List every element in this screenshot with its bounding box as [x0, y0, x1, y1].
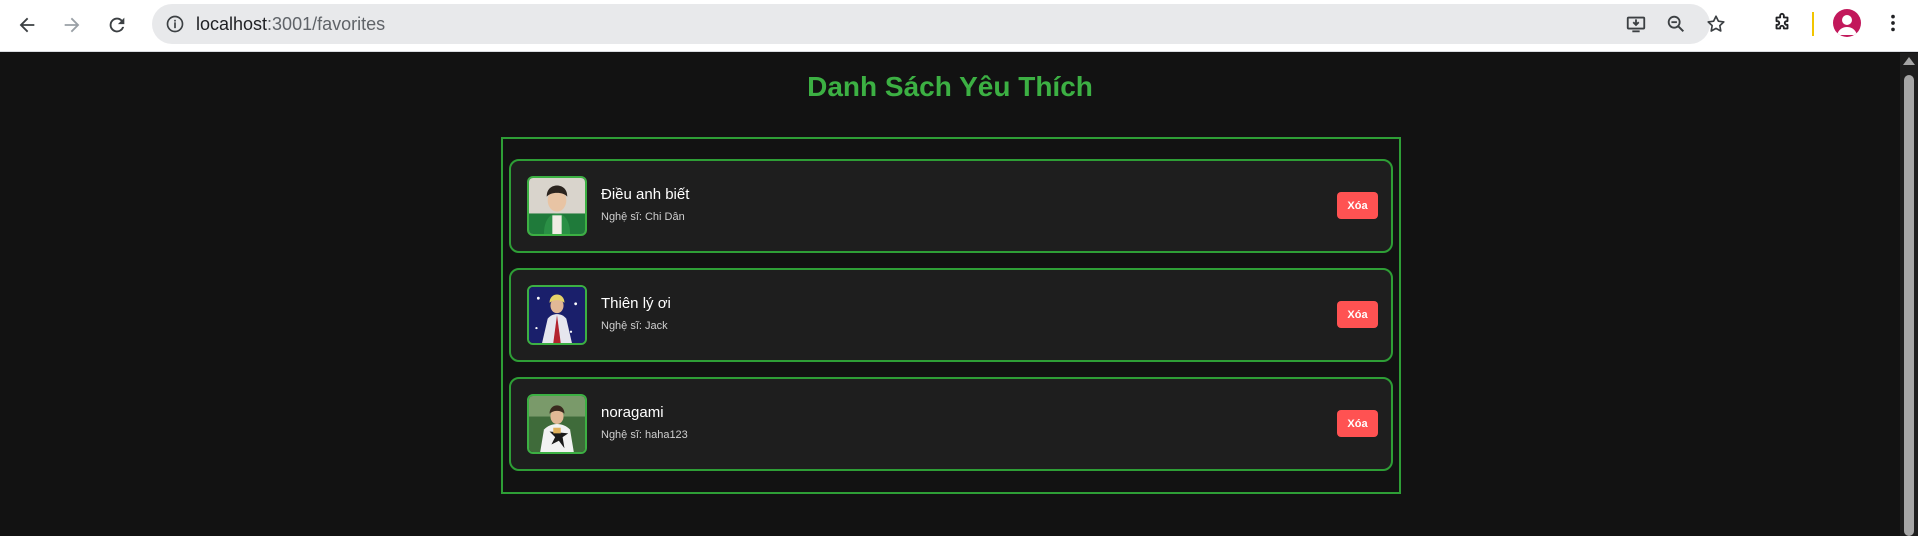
- artist-prefix: Nghệ sĩ:: [601, 320, 642, 332]
- site-info-button[interactable]: [162, 11, 188, 37]
- favorite-item: noragami Nghệ sĩ: haha123 Xóa: [509, 377, 1393, 471]
- arrow-left-icon: [19, 17, 35, 33]
- extensions-button[interactable]: [1768, 9, 1796, 37]
- browser-toolbar: localhost:3001/favorites: [0, 0, 1918, 52]
- artist-name: Jack: [644, 320, 668, 332]
- page-scrollbar[interactable]: [1900, 53, 1918, 536]
- page-content: Danh Sách Yêu Thích Điều anh biết Nghệ s…: [0, 53, 1900, 536]
- artist-name: Chi Dân: [644, 211, 685, 223]
- delete-button[interactable]: Xóa: [1337, 301, 1378, 328]
- delete-button[interactable]: Xóa: [1337, 410, 1378, 437]
- song-thumbnail[interactable]: [527, 285, 587, 345]
- page-title: Danh Sách Yêu Thích: [807, 71, 1093, 102]
- url-text[interactable]: localhost:3001/favorites: [196, 4, 385, 44]
- artist-photo-icon: [529, 287, 585, 343]
- favorite-item: Thiên lý ơi Nghệ sĩ: Jack Xóa: [509, 268, 1393, 362]
- artist-prefix: Nghệ sĩ:: [601, 211, 642, 223]
- bookmark-button[interactable]: [1702, 10, 1730, 38]
- arrow-right-icon: [64, 17, 80, 33]
- toolbar-divider: [1812, 12, 1814, 36]
- profile-avatar-icon: [1837, 15, 1857, 35]
- install-app-icon: [1626, 16, 1646, 33]
- favorite-item: Điều anh biết Nghệ sĩ: Chi Dân Xóa: [509, 159, 1393, 253]
- zoom-button[interactable]: [1662, 10, 1690, 38]
- forward-button[interactable]: [54, 7, 90, 43]
- reload-button[interactable]: [99, 7, 135, 43]
- url-host: localhost: [196, 14, 268, 34]
- puzzle-icon: [1775, 12, 1789, 30]
- song-title: Thiên lý ơi: [601, 295, 671, 312]
- info-icon: [166, 15, 184, 33]
- song-title: noragami: [601, 404, 664, 421]
- profile-button[interactable]: [1833, 9, 1861, 37]
- artist-prefix: Nghệ sĩ:: [601, 429, 642, 441]
- artist-name: haha123: [644, 429, 688, 441]
- artist-photo-icon: [529, 178, 585, 234]
- song-artist: Nghệ sĩ: Jack: [601, 320, 668, 332]
- song-title: Điều anh biết: [601, 186, 690, 203]
- zoom-out-icon: [1667, 15, 1685, 33]
- scroll-thumb[interactable]: [1904, 75, 1914, 536]
- address-bar[interactable]: localhost:3001/favorites: [152, 4, 1725, 44]
- song-artist: Nghệ sĩ: haha123: [601, 429, 688, 441]
- scroll-up-arrow-icon[interactable]: [1903, 57, 1915, 65]
- delete-button[interactable]: Xóa: [1337, 192, 1378, 219]
- favorites-list: Điều anh biết Nghệ sĩ:Chi Dân Xóa Thiên: [501, 137, 1401, 494]
- song-thumbnail[interactable]: [527, 176, 587, 236]
- browser-menu-button[interactable]: [1879, 9, 1907, 37]
- artist-photo-icon: [529, 396, 585, 452]
- reload-icon: [109, 17, 125, 33]
- back-button[interactable]: [9, 7, 45, 43]
- song-thumbnail[interactable]: [527, 394, 587, 454]
- song-artist: Nghệ sĩ: Chi Dân: [601, 211, 685, 223]
- url-path: :3001/favorites: [267, 14, 386, 34]
- kebab-menu-icon: [1891, 14, 1895, 32]
- star-icon: [1707, 15, 1725, 32]
- install-app-button[interactable]: [1622, 10, 1650, 38]
